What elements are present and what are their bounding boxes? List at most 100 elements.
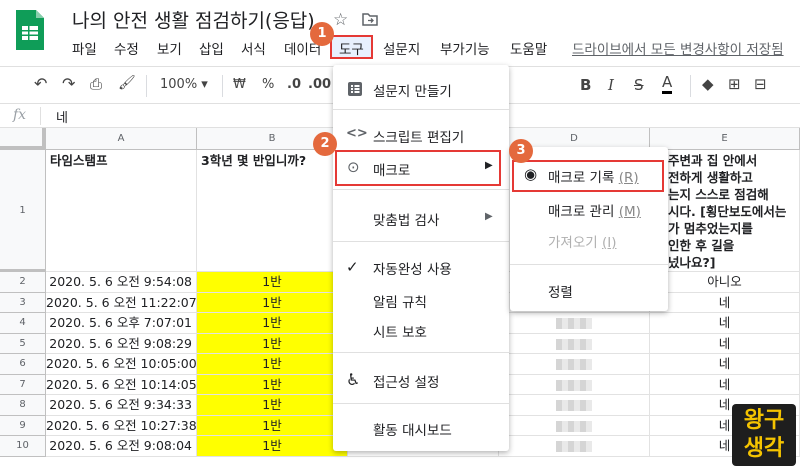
undo-icon[interactable]: ↶: [34, 74, 47, 93]
formula-input[interactable]: 네: [56, 107, 68, 126]
answer-cell[interactable]: 네: [650, 292, 800, 313]
cell-d[interactable]: [499, 354, 650, 375]
class-cell[interactable]: 1반: [197, 272, 348, 293]
menu-view[interactable]: 보기: [157, 38, 182, 58]
class-cell[interactable]: 1반: [197, 436, 348, 457]
redo-icon[interactable]: ↷: [62, 74, 75, 93]
cell-d[interactable]: [499, 333, 650, 354]
text-color-icon[interactable]: A: [662, 73, 673, 94]
row-header[interactable]: 9: [0, 415, 46, 436]
autocomplete-item[interactable]: 자동완성 사용: [373, 258, 452, 278]
row-header[interactable]: 2: [0, 272, 46, 293]
row-header[interactable]: 5: [0, 333, 46, 354]
timestamp-cell[interactable]: 2020. 5. 6 오전 10:05:00: [46, 354, 197, 375]
star-icon[interactable]: ☆: [333, 10, 348, 30]
menu-file[interactable]: 파일: [72, 38, 97, 58]
menu-insert[interactable]: 삽입: [199, 38, 224, 58]
cell-d[interactable]: [499, 436, 650, 457]
accessibility-item[interactable]: 접근성 설정: [373, 371, 439, 391]
row-header[interactable]: 10: [0, 436, 46, 457]
record-macro-highlight: [512, 160, 664, 192]
strikethrough-icon[interactable]: S: [634, 76, 644, 94]
row-header[interactable]: 4: [0, 313, 46, 334]
move-folder-icon[interactable]: [362, 12, 378, 26]
macros-highlight: [335, 150, 501, 186]
save-status-link[interactable]: 드라이브에서 모든 변경사항이 저장됨: [572, 38, 784, 58]
step-badge-2: 2: [313, 132, 337, 156]
cell-d[interactable]: [499, 313, 650, 334]
borders-icon[interactable]: ⊞: [728, 75, 741, 93]
timestamp-cell[interactable]: 2020. 5. 6 오전 11:22:07: [46, 292, 197, 313]
row-header[interactable]: 8: [0, 395, 46, 416]
activity-dashboard-item[interactable]: 활동 대시보드: [373, 419, 452, 439]
timestamp-cell[interactable]: 2020. 5. 6 오전 9:08:04: [46, 436, 197, 457]
header-cell-class[interactable]: 3학년 몇 반입니까?: [197, 150, 348, 272]
answer-cell[interactable]: 네: [650, 374, 800, 395]
menu-form[interactable]: 설문지: [383, 38, 420, 58]
answer-cell[interactable]: 네: [650, 333, 800, 354]
timestamp-cell[interactable]: 2020. 5. 6 오후 7:07:01: [46, 313, 197, 334]
currency-format-button[interactable]: ₩: [233, 77, 246, 92]
script-editor-item[interactable]: 스크립트 편집기: [373, 126, 464, 146]
timestamp-cell[interactable]: 2020. 5. 6 오전 9:08:29: [46, 333, 197, 354]
decrease-decimal-button[interactable]: .0: [287, 77, 301, 92]
redacted-value: [556, 379, 592, 391]
zoom-select[interactable]: 100% ▾: [160, 77, 208, 92]
sheets-logo-icon[interactable]: [14, 8, 46, 52]
toolbar-divider: [222, 75, 223, 97]
answer-cell[interactable]: 네: [650, 313, 800, 334]
protect-sheet-item[interactable]: 시트 보호: [373, 321, 427, 341]
answer-cell[interactable]: 아니오: [650, 272, 800, 293]
timestamp-cell[interactable]: 2020. 5. 6 오전 9:54:08: [46, 272, 197, 293]
class-cell[interactable]: 1반: [197, 292, 348, 313]
header-e-line: 가 멈추었는지를: [668, 221, 753, 236]
timestamp-cell[interactable]: 2020. 5. 6 오전 9:34:33: [46, 395, 197, 416]
header-cell-timestamp[interactable]: 타임스탬프: [46, 150, 197, 272]
redacted-value: [556, 420, 592, 432]
cell-d[interactable]: [499, 415, 650, 436]
redacted-value: [556, 359, 592, 370]
paint-format-icon[interactable]: 🖌: [118, 75, 136, 91]
menu-help[interactable]: 도움말: [510, 38, 547, 58]
timestamp-cell[interactable]: 2020. 5. 6 오전 10:14:05: [46, 374, 197, 395]
merge-cells-icon[interactable]: ⊟: [754, 75, 767, 93]
cell-d[interactable]: [499, 395, 650, 416]
header-e-line: 인한 후 길을: [668, 238, 735, 253]
timestamp-cell[interactable]: 2020. 5. 6 오전 10:27:38: [46, 415, 197, 436]
menu-edit[interactable]: 수정: [114, 38, 139, 58]
bold-icon[interactable]: B: [580, 76, 591, 94]
arrange-item[interactable]: 정렬: [548, 281, 573, 301]
print-icon[interactable]: ⎙: [90, 75, 102, 93]
class-cell[interactable]: 1반: [197, 313, 348, 334]
menu-divider: [510, 264, 668, 265]
menu-tools[interactable]: 도구: [339, 38, 364, 58]
answer-cell[interactable]: 네: [650, 354, 800, 375]
menu-addons[interactable]: 부가기능: [440, 38, 490, 58]
row-header[interactable]: 1: [0, 150, 46, 272]
watermark-line: 왕구: [743, 408, 785, 433]
column-header-e[interactable]: E: [650, 128, 800, 150]
class-cell[interactable]: 1반: [197, 374, 348, 395]
row-header[interactable]: 3: [0, 292, 46, 313]
column-header-a[interactable]: A: [46, 128, 197, 150]
italic-icon[interactable]: I: [608, 76, 614, 94]
class-cell[interactable]: 1반: [197, 333, 348, 354]
manage-macros-item[interactable]: 매크로 관리 (M): [548, 200, 641, 220]
document-title[interactable]: 나의 안전 생활 점검하기(응답): [72, 6, 315, 33]
class-cell[interactable]: 1반: [197, 415, 348, 436]
spell-check-item[interactable]: 맞춤법 검사: [373, 209, 439, 229]
create-form-item[interactable]: 설문지 만들기: [373, 80, 452, 100]
class-cell[interactable]: 1반: [197, 354, 348, 375]
row-header[interactable]: 7: [0, 374, 46, 395]
notification-rules-item[interactable]: 알림 규칙: [373, 291, 427, 311]
fill-color-icon[interactable]: ◆: [702, 75, 714, 93]
menu-format[interactable]: 서식: [241, 38, 266, 58]
cell-d[interactable]: [499, 374, 650, 395]
class-cell[interactable]: 1반: [197, 395, 348, 416]
watermark-logo: 왕구 생각: [732, 404, 796, 466]
header-cell-e[interactable]: 주변과 집 안에서 전하게 생활하고 는지 스스로 점검해 시다. [횡단보도에…: [650, 150, 800, 272]
row-header[interactable]: 6: [0, 354, 46, 375]
percent-format-button[interactable]: %: [262, 77, 274, 92]
select-all-corner[interactable]: [0, 128, 46, 150]
increase-decimal-button[interactable]: .00: [308, 77, 331, 92]
